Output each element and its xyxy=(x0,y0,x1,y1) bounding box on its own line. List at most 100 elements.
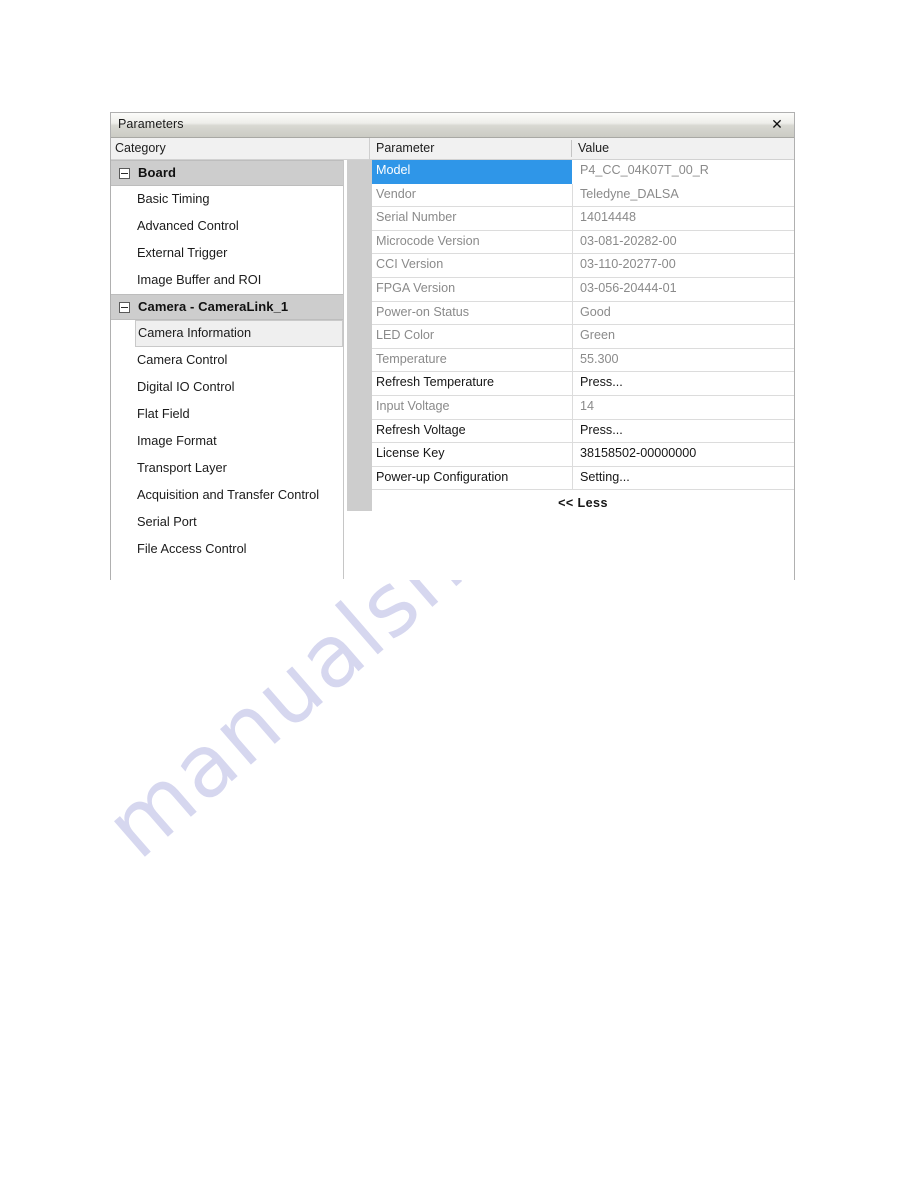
tree-item-label: Camera Control xyxy=(137,352,228,367)
table-row[interactable]: Refresh Voltage Press... xyxy=(372,419,794,444)
sidebar-item-image-buffer-and-roi[interactable]: Image Buffer and ROI xyxy=(111,267,343,294)
table-row[interactable]: Microcode Version 03-081-20282-00 xyxy=(372,230,794,255)
table-row[interactable]: Temperature 55.300 xyxy=(372,348,794,373)
cell-divider xyxy=(572,207,573,230)
cell-divider xyxy=(572,183,573,207)
tree-item-label: Acquisition and Transfer Control xyxy=(137,487,320,502)
sidebar-item-acquisition-and-transfer-control[interactable]: Acquisition and Transfer Control xyxy=(111,482,343,509)
cell-divider xyxy=(572,395,573,419)
parameter-value[interactable]: 03-056-20444-01 xyxy=(580,281,785,295)
parameter-value[interactable]: 14014448 xyxy=(580,210,785,224)
parameter-value[interactable]: Good xyxy=(580,305,785,319)
tree-group-label: Board xyxy=(138,165,177,180)
sidebar-item-external-trigger[interactable]: External Trigger xyxy=(111,240,343,267)
table-row[interactable]: License Key 38158502-00000000 xyxy=(372,443,794,467)
cell-divider xyxy=(572,443,573,466)
page-title: Parameters xyxy=(118,117,184,131)
table-row[interactable]: LED Color Green xyxy=(372,325,794,349)
tree-item-label: File Access Control xyxy=(137,541,247,556)
table-row[interactable]: Vendor Teledyne_DALSA xyxy=(372,183,794,208)
sidebar-item-serial-port[interactable]: Serial Port xyxy=(111,509,343,536)
parameter-name: CCI Version xyxy=(376,257,444,272)
cell-divider xyxy=(572,419,573,443)
column-header-parameter[interactable]: Parameter xyxy=(376,141,434,155)
cell-divider xyxy=(572,325,573,348)
table-gutter[interactable] xyxy=(347,160,372,511)
parameter-value[interactable]: Press... xyxy=(580,375,785,389)
tree-item-label: Serial Port xyxy=(137,514,197,529)
table-row[interactable]: CCI Version 03-110-20277-00 xyxy=(372,254,794,278)
parameter-name: Temperature xyxy=(376,351,447,366)
sidebar-item-camera-control[interactable]: Camera Control xyxy=(111,347,343,374)
collapse-icon[interactable] xyxy=(119,168,130,179)
parameter-name: Power-up Configuration xyxy=(376,469,509,484)
parameter-value[interactable]: 03-081-20282-00 xyxy=(580,234,785,248)
tree-group-label: Camera - CameraLink_1 xyxy=(138,299,289,314)
column-header-category[interactable]: Category xyxy=(115,141,166,155)
table-row[interactable]: Model P4_CC_04K07T_00_R xyxy=(372,160,794,184)
parameter-value[interactable]: 14 xyxy=(580,399,785,413)
tree-item-label: Image Buffer and ROI xyxy=(137,272,262,287)
table-row[interactable]: Power-on Status Good xyxy=(372,301,794,326)
table-row[interactable]: FPGA Version 03-056-20444-01 xyxy=(372,277,794,302)
tree-item-label: Transport Layer xyxy=(137,460,227,475)
tree-group-board[interactable]: Board xyxy=(111,160,343,186)
parameter-name: Serial Number xyxy=(376,210,457,225)
parameter-name: License Key xyxy=(376,446,445,461)
parameter-value[interactable]: 38158502-00000000 xyxy=(580,446,785,460)
sidebar-item-basic-timing[interactable]: Basic Timing xyxy=(111,186,343,213)
collapse-icon[interactable] xyxy=(119,302,130,313)
parameter-table: Model P4_CC_04K07T_00_R Vendor Teledyne_… xyxy=(372,160,794,579)
parameter-name: FPGA Version xyxy=(376,280,456,295)
cell-divider xyxy=(572,160,573,183)
cell-divider xyxy=(572,301,573,325)
cell-divider xyxy=(572,372,573,395)
parameter-value[interactable]: Teledyne_DALSA xyxy=(580,187,785,201)
parameter-value[interactable]: Press... xyxy=(580,423,785,437)
less-toggle-label: << Less xyxy=(558,496,608,511)
column-header-bar: Category Parameter Value xyxy=(111,138,794,160)
tree-item-label: Image Format xyxy=(137,433,217,448)
less-toggle-button[interactable]: << Less xyxy=(372,490,794,516)
parameter-value[interactable]: Green xyxy=(580,328,785,342)
cell-divider xyxy=(572,348,573,372)
cell-divider xyxy=(572,254,573,277)
tree-item-label: Camera Information xyxy=(138,325,252,340)
parameter-value[interactable]: 03-110-20277-00 xyxy=(580,257,785,271)
tree-item-label: External Trigger xyxy=(137,245,228,260)
parameter-name: Input Voltage xyxy=(376,398,450,413)
cell-divider xyxy=(572,277,573,301)
parameter-name: Microcode Version xyxy=(376,233,480,248)
parameter-name: Model xyxy=(376,163,411,177)
header-divider xyxy=(369,138,370,160)
sidebar-item-camera-information[interactable]: Camera Information xyxy=(135,320,343,347)
table-row[interactable]: Input Voltage 14 xyxy=(372,395,794,420)
dialog-title-bar: Parameters ✕ xyxy=(111,113,794,138)
parameter-value[interactable]: Setting... xyxy=(580,470,785,484)
column-header-value[interactable]: Value xyxy=(571,140,609,157)
dialog-body: Board Basic Timing Advanced Control Exte… xyxy=(111,160,794,579)
sidebar-item-flat-field[interactable]: Flat Field xyxy=(111,401,343,428)
sidebar-item-file-access-control[interactable]: File Access Control xyxy=(111,536,343,563)
category-tree: Board Basic Timing Advanced Control Exte… xyxy=(111,160,344,579)
tree-item-label: Flat Field xyxy=(137,406,190,421)
sidebar-item-transport-layer[interactable]: Transport Layer xyxy=(111,455,343,482)
tree-item-label: Advanced Control xyxy=(137,218,239,233)
tree-group-camera[interactable]: Camera - CameraLink_1 xyxy=(111,294,343,320)
table-row[interactable]: Serial Number 14014448 xyxy=(372,207,794,231)
parameter-name: LED Color xyxy=(376,328,435,343)
cell-divider xyxy=(572,230,573,254)
sidebar-item-digital-io-control[interactable]: Digital IO Control xyxy=(111,374,343,401)
parameters-dialog: Parameters ✕ Category Parameter Value Bo… xyxy=(110,112,795,580)
parameter-name: Power-on Status xyxy=(376,304,470,319)
cell-divider xyxy=(572,466,573,490)
sidebar-item-image-format[interactable]: Image Format xyxy=(111,428,343,455)
tree-item-label: Basic Timing xyxy=(137,191,210,206)
table-row[interactable]: Refresh Temperature Press... xyxy=(372,372,794,396)
close-icon[interactable]: ✕ xyxy=(768,116,786,134)
parameter-value[interactable]: 55.300 xyxy=(580,352,785,366)
table-row[interactable]: Power-up Configuration Setting... xyxy=(372,466,794,491)
sidebar-item-advanced-control[interactable]: Advanced Control xyxy=(111,213,343,240)
parameter-name: Refresh Temperature xyxy=(376,375,495,390)
parameter-value[interactable]: P4_CC_04K07T_00_R xyxy=(580,163,785,177)
